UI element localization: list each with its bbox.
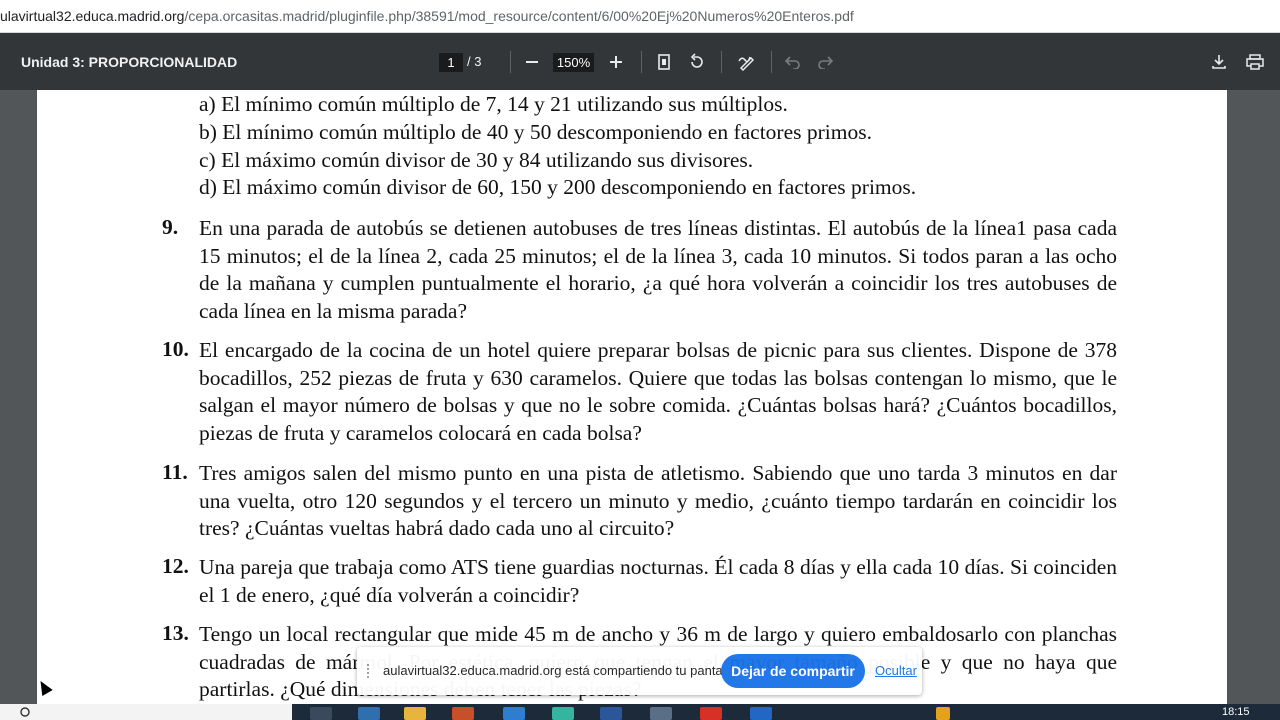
pdf-toolbar: Unidad 3: PROPORCIONALIDAD 1 / 3 150% [0,33,1280,90]
taskbar-search-box[interactable] [0,704,292,720]
exercise-number: 12. [162,554,189,578]
toolbar-divider [721,51,722,73]
zoom-out-button[interactable] [519,49,545,75]
app-icon[interactable] [750,707,772,720]
document-title: Unidad 3: PROPORCIONALIDAD [21,54,238,70]
file-explorer-icon[interactable] [404,707,426,720]
exercise-text: El encargado de la cocina de un hotel qu… [199,338,1117,445]
exercise-number: 11. [162,460,188,484]
download-icon [1212,55,1226,69]
undo-button[interactable] [780,49,806,75]
print-icon [1246,54,1264,70]
toolbar-divider [510,51,511,73]
taskbar: 18:15 [0,704,1280,720]
fit-page-button[interactable] [651,49,677,75]
share-message: aulavirtual32.educa.madrid.org está comp… [383,663,740,678]
exercise-text: En una parada de autobús se detienen aut… [199,216,1117,323]
pdf-viewer[interactable]: a) El mínimo común múltiplo de 7, 14 y 2… [0,90,1280,704]
search-icon [20,707,30,717]
sub-item-a: a) El mínimo común múltiplo de 7, 14 y 2… [199,92,788,116]
print-button[interactable] [1242,49,1268,75]
undo-icon [785,56,800,69]
plus-icon [610,56,622,68]
exercise-text: Una pareja que trabaja como ATS tiene gu… [199,555,1117,607]
pdf-page: a) El mínimo común múltiplo de 7, 14 y 2… [37,90,1227,704]
download-button[interactable] [1206,49,1232,75]
exercise-number: 13. [162,621,189,645]
app-icon[interactable] [700,707,722,720]
screen-share-bar: aulavirtual32.educa.madrid.org está comp… [357,647,922,695]
pen-icon [738,56,755,71]
exercise-text: Tres amigos salen del mismo punto en una… [199,461,1117,541]
redo-icon [818,56,833,69]
word-icon[interactable] [600,707,622,720]
url-path: /cepa.orcasitas.madrid/pluginfile.php/38… [184,8,854,24]
sub-item-b: b) El mínimo común múltiplo de 40 y 50 d… [199,120,872,144]
sub-item-d: d) El máximo común divisor de 60, 150 y … [199,175,917,199]
stop-sharing-button[interactable]: Dejar de compartir [721,654,865,688]
task-view-icon[interactable] [310,707,332,720]
app-icon[interactable] [650,707,672,720]
url-text[interactable]: ulavirtual32.educa.madrid.org/cepa.orcas… [0,8,854,24]
page-total: / 3 [467,54,482,69]
sub-item-c: c) El máximo común divisor de 30 y 84 ut… [199,148,754,172]
app-icon[interactable] [358,707,380,720]
exercise-number: 10. [162,337,189,361]
zoom-in-button[interactable] [603,49,629,75]
taskbar-clock: 18:15 [1222,706,1250,718]
annotate-button[interactable] [734,49,760,75]
rotate-button[interactable] [684,49,710,75]
weather-icon[interactable] [936,707,950,720]
zoom-input[interactable]: 150% [553,53,594,72]
browser-icon[interactable] [552,707,574,720]
exercise-number: 9. [162,215,179,239]
address-bar[interactable]: ulavirtual32.educa.madrid.org/cepa.orcas… [0,0,1280,33]
rotate-icon [690,53,703,68]
app-icon[interactable] [452,707,474,720]
toolbar-divider [771,51,772,73]
app-icon[interactable] [503,707,525,720]
toolbar-divider [641,51,642,73]
redo-button[interactable] [812,49,838,75]
minus-icon [526,61,538,63]
fit-page-icon [658,54,670,70]
hide-link[interactable]: Ocultar [875,663,917,678]
url-host: ulavirtual32.educa.madrid.org [0,8,185,24]
drag-handle-icon[interactable] [367,664,375,678]
page-number-input[interactable]: 1 [439,53,463,72]
